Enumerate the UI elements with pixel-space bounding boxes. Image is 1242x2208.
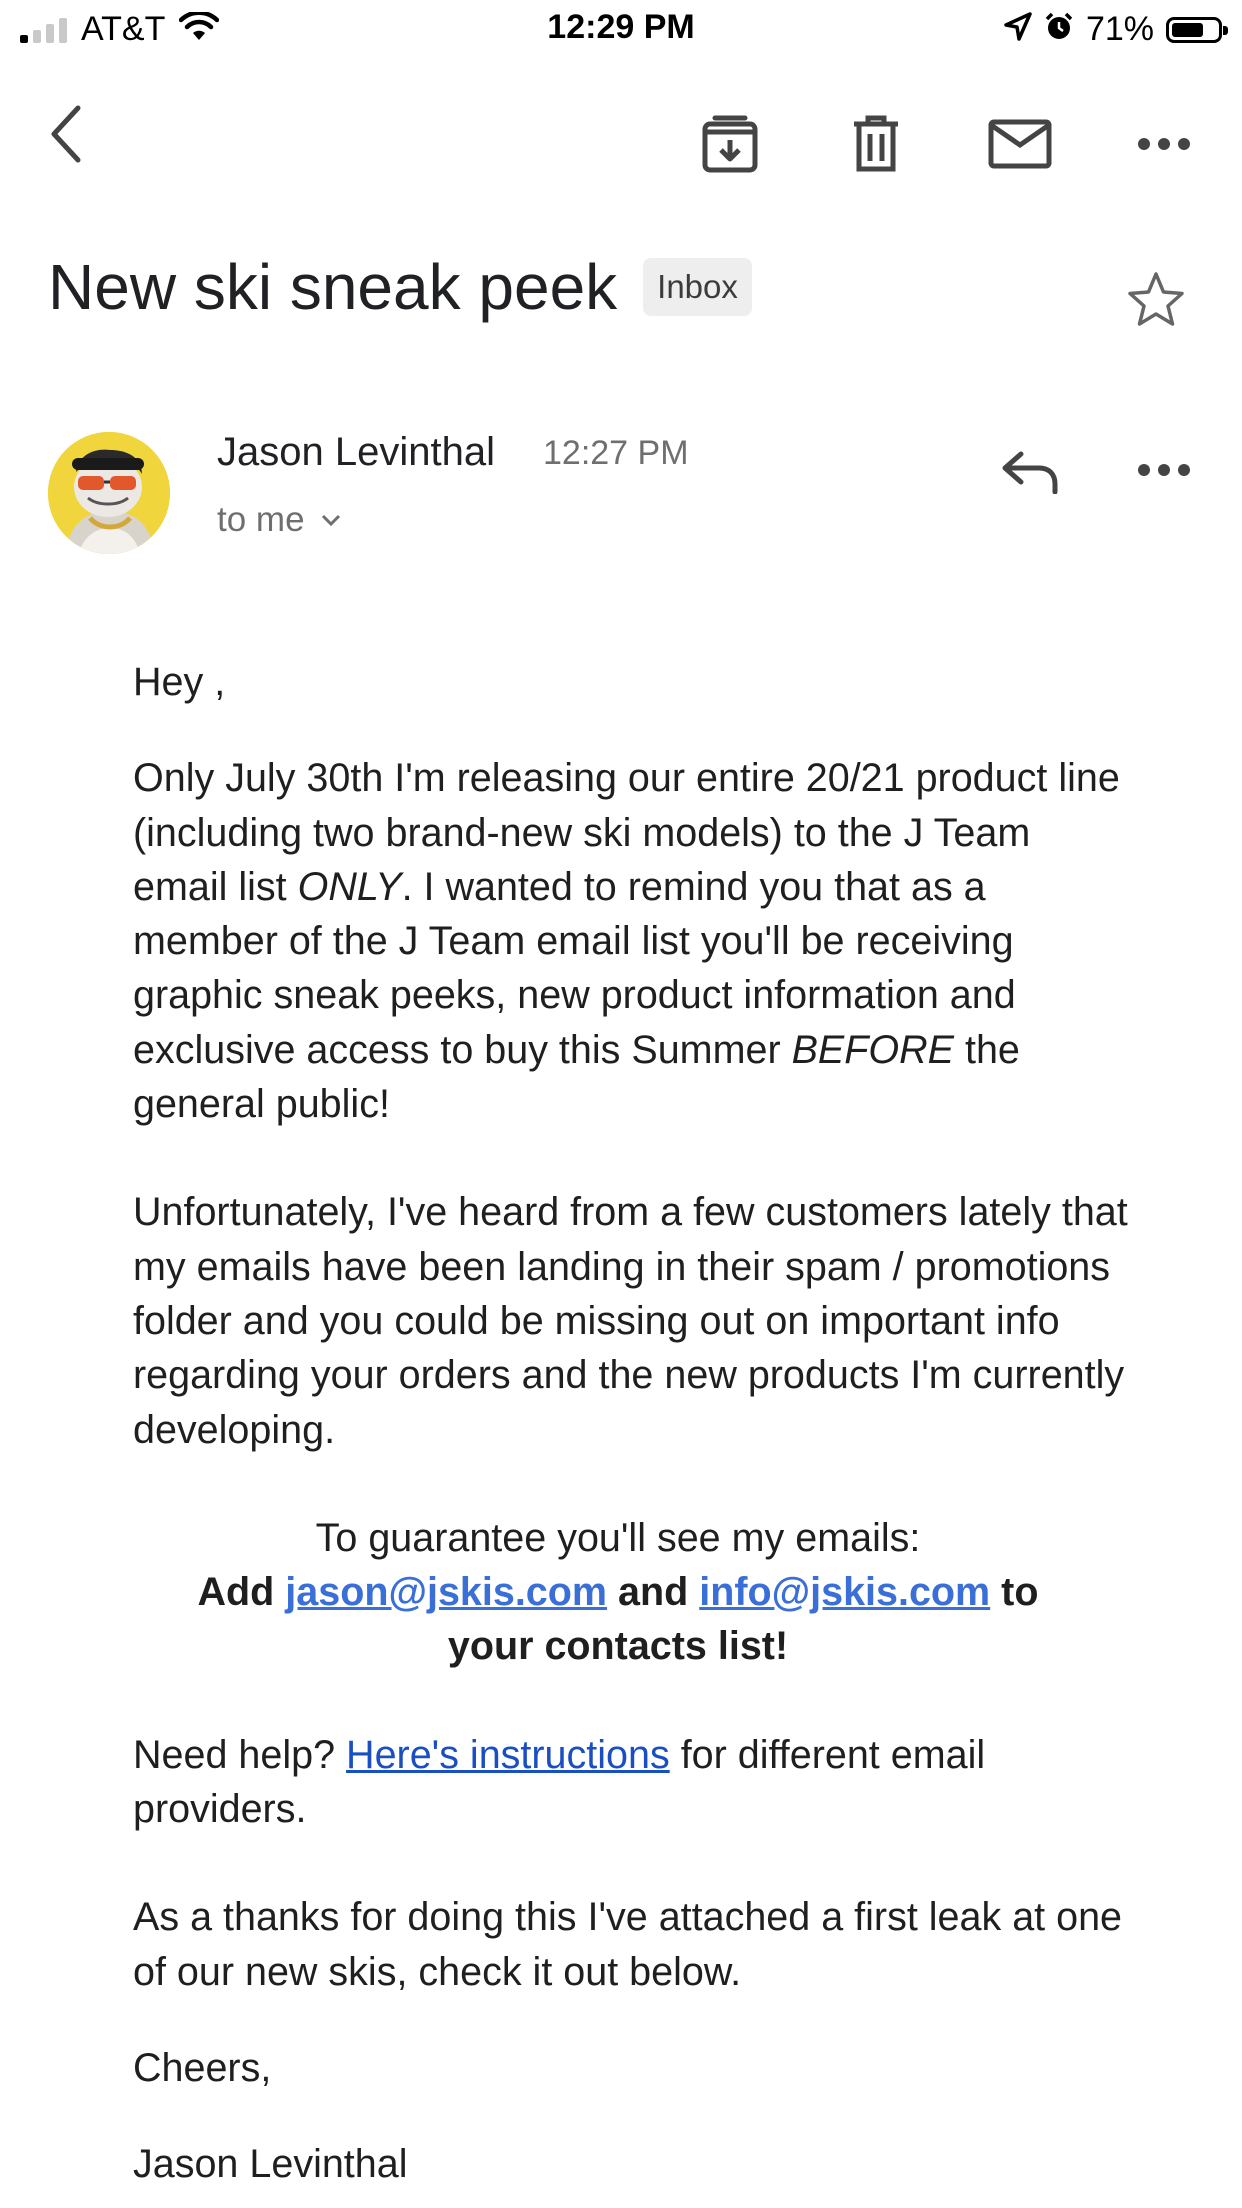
subject-row: New ski sneak peek Inbox [48, 250, 752, 324]
mark-unread-button[interactable] [980, 104, 1060, 184]
email-body: Hey , Only July 30th I'm releasing our e… [133, 655, 1133, 2192]
status-right: 71% [1004, 10, 1228, 49]
battery-icon [1166, 16, 1228, 43]
sender-avatar[interactable] [48, 432, 170, 554]
instructions-link[interactable]: Here's instructions [346, 1733, 670, 1777]
help-paragraph: Need help? Here's instructions for diffe… [133, 1732, 986, 1832]
paragraph-2: Unfortunately, I've heard from a few cus… [133, 1190, 1128, 1452]
reply-icon [1002, 451, 1058, 494]
delete-button[interactable] [836, 104, 916, 184]
reply-button[interactable] [990, 432, 1070, 512]
mark-unread-icon [988, 119, 1052, 169]
email-link-jason[interactable]: jason@jskis.com [285, 1570, 607, 1614]
more-icon [1138, 464, 1190, 476]
email-link-info[interactable]: info@jskis.com [699, 1570, 990, 1614]
delete-icon [854, 115, 898, 172]
inbox-label-chip[interactable]: Inbox [643, 258, 752, 316]
back-button[interactable] [26, 94, 106, 174]
archive-button[interactable] [690, 104, 770, 184]
archive-icon [702, 115, 758, 173]
paragraph-1: Only July 30th I'm releasing our entire … [133, 756, 1120, 1127]
signature: Jason Levinthal [133, 2142, 408, 2187]
chevron-down-icon [321, 514, 340, 526]
more-icon [1138, 138, 1190, 150]
recipient-label: to me [217, 500, 305, 539]
status-bar: AT&T 12:29 PM 71% [0, 0, 1242, 62]
signoff: Cheers, [133, 2045, 272, 2090]
more-options-button[interactable] [1124, 104, 1204, 184]
sent-time: 12:27 PM [543, 434, 689, 472]
recipient-toggle[interactable]: to me [217, 500, 341, 540]
message-more-button[interactable] [1124, 430, 1204, 510]
star-icon [1128, 272, 1184, 326]
email-subject: New ski sneak peek [48, 251, 618, 323]
battery-percent: 71% [1085, 10, 1154, 48]
sender-name[interactable]: Jason Levinthal [217, 430, 495, 475]
contacts-callout: To guarantee you'll see my emails: Add j… [133, 1511, 1103, 1674]
thanks-paragraph: As a thanks for doing this I've attached… [133, 1895, 1123, 1994]
email-toolbar [0, 100, 1242, 190]
battery-fill [1172, 22, 1203, 37]
back-arrow-icon [51, 105, 81, 163]
star-button[interactable] [1126, 270, 1186, 333]
alarm-icon [1044, 12, 1074, 47]
guarantee-text: To guarantee you'll see my emails: [315, 1515, 921, 1560]
add-contacts-line: Add jason@jskis.com and info@jskis.com t… [197, 1570, 1039, 1669]
greeting: Hey , [133, 660, 226, 704]
location-arrow-icon [1004, 12, 1032, 47]
